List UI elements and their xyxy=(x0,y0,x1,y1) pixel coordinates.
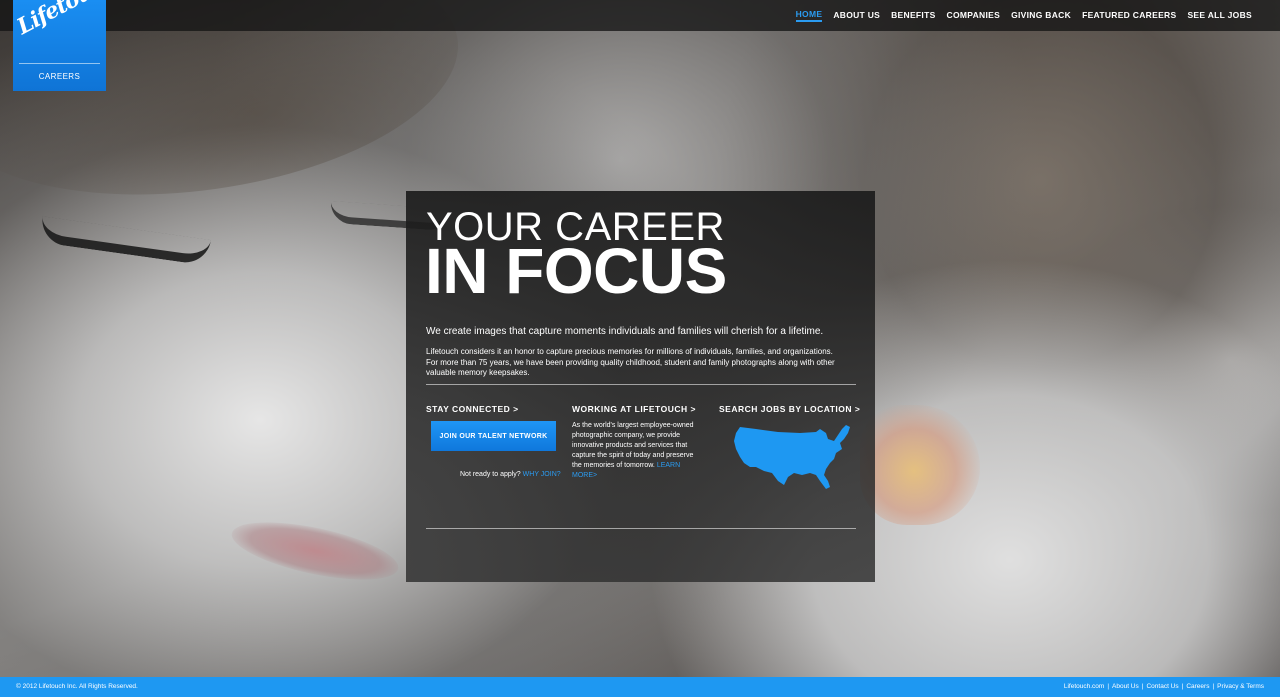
divider-top xyxy=(426,384,856,385)
nav-giving-back[interactable]: GIVING BACK xyxy=(1011,10,1071,21)
nav-featured-careers[interactable]: FEATURED CAREERS xyxy=(1082,10,1176,21)
logo-careers-label: CAREERS xyxy=(38,72,81,81)
footer-separator: | xyxy=(1181,683,1184,690)
nav-benefits[interactable]: BENEFITS xyxy=(891,10,935,21)
working-at-lifetouch-link[interactable]: WORKING AT LIFETOUCH > xyxy=(572,404,696,414)
ready-to-apply-line: Not ready to apply? WHY JOIN? xyxy=(460,471,561,478)
career-focus-panel: YOUR CAREER IN FOCUS We create images th… xyxy=(406,191,875,582)
stay-connected-link[interactable]: STAY CONNECTED > xyxy=(426,404,519,414)
copyright-text: © 2012 Lifetouch Inc. All Rights Reserve… xyxy=(16,683,138,690)
intro-body-text: Lifetouch considers it an honor to captu… xyxy=(426,347,835,377)
logo-wordmark: Lifetouch xyxy=(12,0,121,41)
footer-link-lifetouch[interactable]: Lifetouch.com xyxy=(1064,683,1104,690)
footer-separator: | xyxy=(1141,683,1144,690)
divider-bottom xyxy=(426,528,856,529)
nav-companies[interactable]: COMPANIES xyxy=(947,10,1001,21)
top-nav-bar: HOME ABOUT US BENEFITS COMPANIES GIVING … xyxy=(0,0,1280,31)
search-jobs-by-location-link[interactable]: SEARCH JOBS BY LOCATION > xyxy=(719,404,860,414)
butterfly-tattoo xyxy=(860,405,980,525)
lips xyxy=(227,510,403,592)
footer-link-privacy-terms[interactable]: Privacy & Terms xyxy=(1217,683,1264,690)
nav-home[interactable]: HOME xyxy=(795,9,823,22)
lead-text: We create images that capture moments in… xyxy=(426,326,824,337)
footer-links: Lifetouch.com | About Us | Contact Us | … xyxy=(1064,683,1264,690)
working-description: As the world's largest employee-owned ph… xyxy=(572,421,704,481)
nav-about-us[interactable]: ABOUT US xyxy=(833,10,880,21)
why-join-link[interactable]: WHY JOIN? xyxy=(523,471,561,478)
footer-link-careers[interactable]: Careers xyxy=(1186,683,1209,690)
ready-to-apply-text: Not ready to apply? xyxy=(460,471,521,478)
lifetouch-logo[interactable]: Lifetouch CAREERS xyxy=(13,0,121,91)
footer-link-about-us[interactable]: About Us xyxy=(1112,683,1139,690)
closed-eye-left xyxy=(39,216,211,266)
us-map-icon[interactable] xyxy=(730,419,856,491)
footer-link-contact-us[interactable]: Contact Us xyxy=(1146,683,1178,690)
footer-separator: | xyxy=(1212,683,1215,690)
join-talent-network-button[interactable]: JOIN OUR TALENT NETWORK xyxy=(431,421,556,451)
main-nav: HOME ABOUT US BENEFITS COMPANIES GIVING … xyxy=(795,0,1252,31)
logo-divider xyxy=(19,63,100,64)
nav-see-all-jobs[interactable]: SEE ALL JOBS xyxy=(1187,10,1252,21)
footer-bar: © 2012 Lifetouch Inc. All Rights Reserve… xyxy=(0,677,1280,697)
headline-in-focus: IN FOCUS xyxy=(425,235,727,307)
footer-separator: | xyxy=(1107,683,1110,690)
